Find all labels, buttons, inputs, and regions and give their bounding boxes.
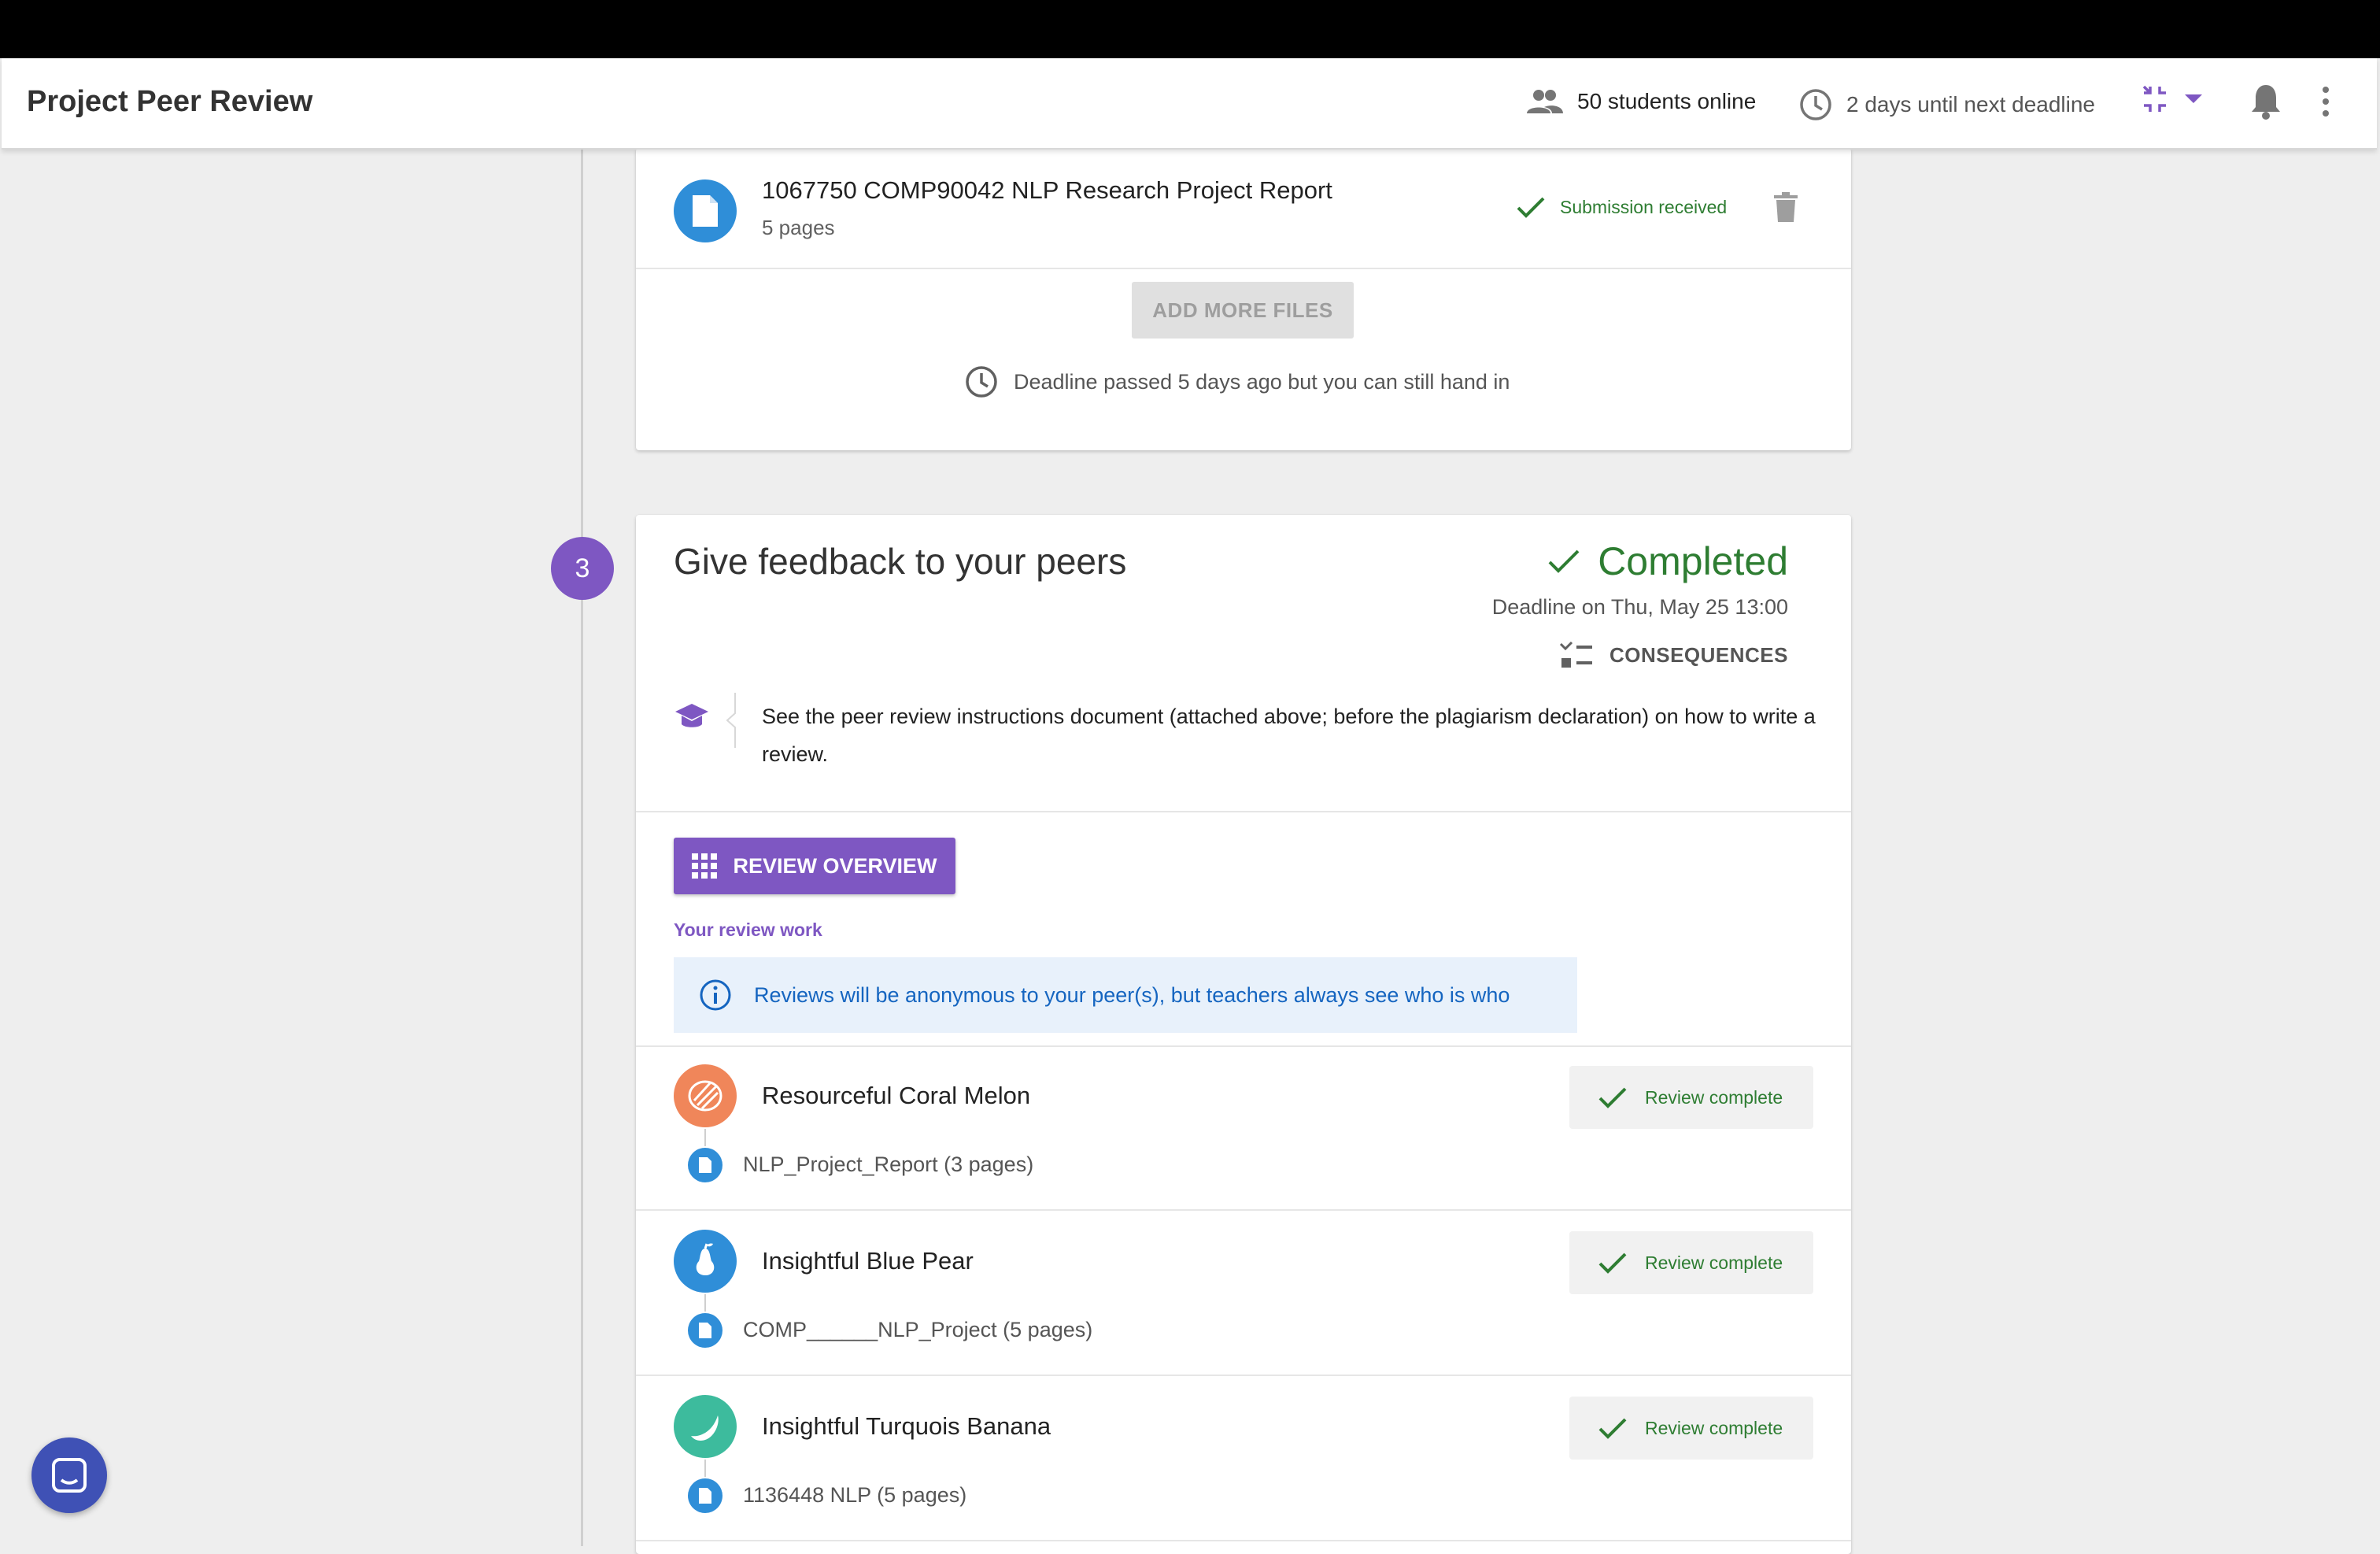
step-deadline: Deadline on Thu, May 25 13:00: [1491, 595, 1788, 619]
peer-name: Insightful Turquois Banana: [762, 1412, 1051, 1440]
consequences-button[interactable]: CONSEQUENCES: [1559, 641, 1788, 669]
students-online-label: 50 students online: [1577, 89, 1757, 113]
window-top-band: [0, 0, 2380, 58]
document-icon: [693, 195, 718, 227]
document-icon: [699, 1488, 711, 1504]
connector-line: [704, 1129, 706, 1146]
check-icon: [1517, 197, 1545, 218]
review-row[interactable]: Insightful Blue Pear Review complete COM…: [636, 1212, 1851, 1376]
connector-line: [704, 1460, 706, 1477]
more-menu-button[interactable]: [2320, 82, 2331, 125]
students-online: 50 students online: [1527, 88, 1756, 115]
review-status-label: Review complete: [1645, 1252, 1783, 1273]
feedback-card: Give feedback to your peers Completed De…: [636, 515, 1851, 1554]
step-title: Give feedback to your peers: [674, 541, 1127, 582]
connector-line: [704, 1294, 706, 1312]
speech-pointer: [726, 693, 736, 748]
clock-icon: [1800, 89, 1831, 120]
check-icon: [1548, 549, 1580, 573]
deadline-note-label: Deadline passed 5 days ago but you can s…: [1014, 369, 1510, 394]
bell-icon: [2252, 85, 2280, 120]
submission-file-name[interactable]: 1067750 COMP90042 NLP Research Project R…: [762, 176, 1332, 205]
review-status-badge: Review complete: [1569, 1397, 1813, 1460]
collapse-toggle[interactable]: [2139, 82, 2210, 125]
chat-icon: [52, 1458, 87, 1493]
submission-status: Submission received: [1516, 195, 1727, 219]
review-row[interactable]: Insightful Turquois Banana Review comple…: [636, 1378, 1851, 1541]
app-bar: Project Peer Review 50 students online 2…: [2, 58, 2377, 150]
document-icon: [699, 1157, 711, 1173]
peer-avatar: [674, 1230, 737, 1293]
review-document-link[interactable]: 1136448 NLP (5 pages): [743, 1483, 966, 1508]
check-icon: [1598, 1087, 1627, 1108]
clock-icon: [966, 366, 997, 398]
review-status-badge: Review complete: [1569, 1066, 1813, 1129]
divider: [636, 1540, 1851, 1541]
peer-name: Insightful Blue Pear: [762, 1247, 974, 1275]
notifications-button[interactable]: [2249, 82, 2282, 125]
review-row[interactable]: Resourceful Coral Melon Review complete …: [636, 1047, 1851, 1211]
app-title: Project Peer Review: [27, 85, 313, 118]
step-number-badge: 3: [551, 537, 614, 600]
review-status-badge: Review complete: [1569, 1231, 1813, 1294]
peer-name: Resourceful Coral Melon: [762, 1082, 1031, 1109]
submission-card: 1067750 COMP90042 NLP Research Project R…: [636, 148, 1851, 450]
peer-avatar: [674, 1064, 737, 1127]
step-status: Completed: [1547, 538, 1788, 584]
doc-avatar: [688, 1313, 722, 1348]
check-icon: [1598, 1252, 1627, 1274]
file-avatar: [674, 179, 737, 242]
add-more-files-button[interactable]: ADD MORE FILES: [1132, 282, 1354, 339]
timeline-line: [581, 148, 583, 1546]
chat-launcher-button[interactable]: [31, 1437, 107, 1513]
submission-file-pages: 5 pages: [762, 216, 835, 239]
step-status-label: Completed: [1598, 539, 1788, 583]
review-status-label: Review complete: [1645, 1086, 1783, 1108]
chevron-down-icon: [2185, 94, 2202, 103]
delete-file-button[interactable]: [1774, 192, 1798, 226]
instructions-text: See the peer review instructions documen…: [762, 705, 1816, 766]
document-icon: [699, 1323, 711, 1338]
divider: [636, 1209, 1851, 1211]
trash-icon: [1774, 192, 1798, 222]
grid-icon: [692, 853, 718, 879]
people-icon: [1527, 90, 1563, 113]
next-deadline: 2 days until next deadline: [1799, 88, 2095, 121]
review-overview-label: REVIEW OVERVIEW: [733, 853, 937, 878]
review-overview-button[interactable]: REVIEW OVERVIEW: [674, 838, 955, 894]
doc-avatar: [688, 1478, 722, 1513]
anonymous-info-text: Reviews will be anonymous to your peer(s…: [754, 982, 1510, 1007]
submission-status-label: Submission received: [1560, 196, 1728, 217]
doc-avatar: [688, 1148, 722, 1182]
collapse-icon: [2142, 85, 2202, 112]
peer-avatar: [674, 1395, 737, 1458]
divider: [636, 268, 1851, 269]
deadline-note: Deadline passed 5 days ago but you can s…: [965, 365, 1510, 398]
anonymous-info-banner: Reviews will be anonymous to your peer(s…: [674, 957, 1577, 1033]
checklist-icon: [1559, 641, 1592, 668]
check-icon: [1598, 1418, 1627, 1439]
divider: [636, 1375, 1851, 1376]
review-document-link[interactable]: NLP_Project_Report (3 pages): [743, 1153, 1033, 1177]
pear-icon: [696, 1243, 715, 1275]
review-document-link[interactable]: COMP______NLP_Project (5 pages): [743, 1318, 1092, 1342]
divider: [636, 811, 1851, 812]
your-review-work-heading: Your review work: [674, 919, 822, 940]
more-vert-icon: [2323, 87, 2329, 117]
melon-icon: [684, 1075, 726, 1117]
next-deadline-label: 2 days until next deadline: [1846, 92, 2095, 117]
graduation-cap-icon: [675, 704, 708, 727]
banana-icon: [691, 1415, 719, 1441]
review-status-label: Review complete: [1645, 1417, 1783, 1438]
info-icon: [700, 979, 731, 1011]
consequences-label: CONSEQUENCES: [1609, 642, 1788, 667]
